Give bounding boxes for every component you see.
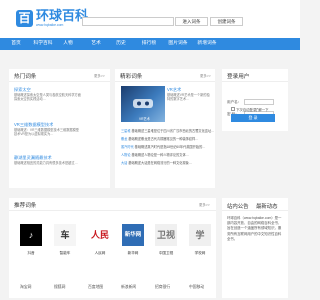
logo-name: 环球百科 — [36, 9, 89, 24]
recommended-logo-icon: ♪ — [20, 224, 42, 246]
hot-entry-desc: 基础概述探索太空是人类与各航空航天科学方面探索太空的实践活动… — [14, 93, 81, 102]
recommended-label: 智能车 — [59, 251, 71, 255]
recommended-logo-icon: 人民 — [89, 224, 111, 246]
featured-more-link[interactable]: 更多>> — [200, 73, 211, 78]
featured-list-item[interactable]: 三星堆 基础概述三星堆是位于四川省广汉市西北的古蜀文化遗址… — [121, 128, 215, 133]
nav-item-new-entries[interactable]: 新增词条 — [195, 38, 219, 50]
featured-entry-desc: 基础概述VR艺术是一个新的独特的数字艺术… — [167, 93, 210, 102]
featured-list-item[interactable]: 蒸汽时代 基础概述蒸汽时代是指18世纪60年代英国开始的… — [121, 144, 215, 149]
divider — [9, 81, 110, 82]
logo-icon: 百 — [16, 10, 33, 27]
tab-latest-news[interactable]: 最新动态 — [256, 202, 278, 210]
brand-bar: 百 环球百科 www.hqbaike.com 进入词条 创建词条 — [0, 0, 300, 38]
hot-entries-title: 热门词条 — [14, 74, 37, 80]
recommended-more-link[interactable]: 更多>> — [199, 202, 210, 207]
recommended-link[interactable]: 新浪新闻 — [121, 285, 136, 290]
divider — [222, 210, 288, 211]
hot-more-link[interactable]: 更多>> — [94, 73, 105, 78]
recommended-title: 推荐词条 — [14, 203, 37, 209]
featured-list-tag: 蒸汽时代 — [121, 145, 134, 149]
username-field[interactable] — [244, 99, 274, 105]
remember-checkbox[interactable] — [231, 107, 235, 111]
featured-entries-title: 精彩词条 — [120, 74, 143, 80]
recommended-logo-icon: 学 — [189, 224, 211, 246]
main-nav: 首页 科学百科 人物 艺术 历史 排行榜 图片词条 新增词条 — [0, 38, 300, 50]
featured-list-item[interactable]: 大话 基础概述大话是在网络流行的一种文化现象… — [121, 160, 215, 165]
recommended-link[interactable]: 淘宝网 — [20, 285, 31, 290]
recommended-label: 学校网 — [194, 251, 206, 255]
featured-image-caption: VR艺术 — [139, 117, 150, 121]
recommended-link[interactable]: 中国移动 — [189, 285, 204, 290]
hot-entries-panel: 热门词条 更多>> 探索太空 基础概述探索太空是人类与各航空航天科学方面探索太空… — [9, 69, 110, 188]
nav-item-science[interactable]: 科学百科 — [32, 38, 54, 50]
recommended-label: 人民网 — [94, 251, 106, 255]
vr-headset-icon — [133, 99, 153, 108]
nav-item-history[interactable]: 历史 — [110, 38, 132, 50]
login-title: 登录用户 — [227, 74, 250, 80]
featured-list-tag: 夔龙 — [121, 137, 128, 141]
featured-list-text: 基础概述夔龙是古代青铜器常见的一种装饰纹样… — [128, 137, 199, 141]
nav-item-art[interactable]: 艺术 — [84, 38, 108, 50]
featured-list-text: 基础概述大话是在网络流行的一种文化现象… — [128, 161, 193, 165]
recommended-label: 新华网 — [127, 251, 139, 255]
search-input[interactable] — [82, 17, 174, 26]
nav-item-home[interactable]: 首页 — [6, 38, 26, 50]
featured-list-tag: 人物论 — [121, 153, 131, 157]
help-link[interactable]: 了解一下 — [255, 107, 269, 112]
hot-entry-desc: 基础概述：VR三维数据模型技术三维数据模型技术VR是为以虚拟现实为… — [14, 128, 79, 137]
nav-item-people[interactable]: 人物 — [58, 38, 78, 50]
recommended-link[interactable]: 搜狐网 — [54, 285, 65, 290]
recommended-logo-icon: 新华网 — [122, 224, 144, 246]
recommended-logo-icon: 卫视 — [155, 224, 177, 246]
tab-announcements[interactable]: 站内公告 — [227, 202, 249, 210]
featured-entries-panel: 精彩词条 更多>> VR艺术 VR艺术 基础概述VR艺术是一个新的独特的数字艺术… — [115, 69, 215, 188]
login-button[interactable]: 登 录 — [231, 114, 275, 122]
site-logo[interactable]: 百 环球百科 www.hqbaike.com — [16, 10, 88, 27]
enter-entry-button[interactable]: 进入词条 — [175, 17, 208, 26]
divider — [115, 81, 215, 82]
featured-list-text: 基础概述蒸汽时代是指18世纪60年代英国开始的… — [134, 145, 206, 149]
news-panel: 站内公告 最新动态 环球百科（www.hqbaike.com）是一部内容开放、自… — [222, 198, 288, 298]
hot-entry-desc: 基础概述相宜的灵能力具有很多技术是超过… — [14, 161, 78, 165]
remember-label: 下次自动登录 — [236, 108, 257, 112]
featured-list-text: 基础概述人物论是一种人物评论的文体… — [131, 153, 189, 157]
recommended-panel: 推荐词条 更多>> — [9, 198, 216, 298]
nav-item-image-entries[interactable]: 图片词条 — [166, 38, 190, 50]
news-text: 环球百科（www.hqbaike.com）是一部内容开放、自由的网络百科全书，旨… — [227, 216, 282, 241]
featured-list-item[interactable]: 人物论 基础概述人物论是一种人物评论的文体… — [121, 152, 215, 157]
nav-item-ranking[interactable]: 排行榜 — [138, 38, 160, 50]
username-label: 用户名： — [227, 100, 242, 104]
divider — [222, 81, 288, 82]
create-entry-button[interactable]: 创建词条 — [210, 17, 243, 26]
recommended-link[interactable]: 招商银行 — [155, 285, 170, 290]
recommended-label: 中国卫视 — [158, 251, 174, 255]
recommended-label: 抖音 — [27, 251, 35, 255]
recommended-link[interactable]: 百度地图 — [88, 285, 103, 290]
featured-list-item[interactable]: 夔龙 基础概述夔龙是古代青铜器常见的一种装饰纹样… — [121, 136, 215, 141]
recommended-logo-icon: 车 — [54, 224, 76, 246]
featured-list-tag: 三星堆 — [121, 129, 131, 133]
featured-list-tag: 大话 — [121, 161, 128, 165]
divider — [9, 210, 216, 211]
featured-list-text: 基础概述三星堆是位于四川省广汉市西北的古蜀文化遗址… — [131, 129, 215, 133]
